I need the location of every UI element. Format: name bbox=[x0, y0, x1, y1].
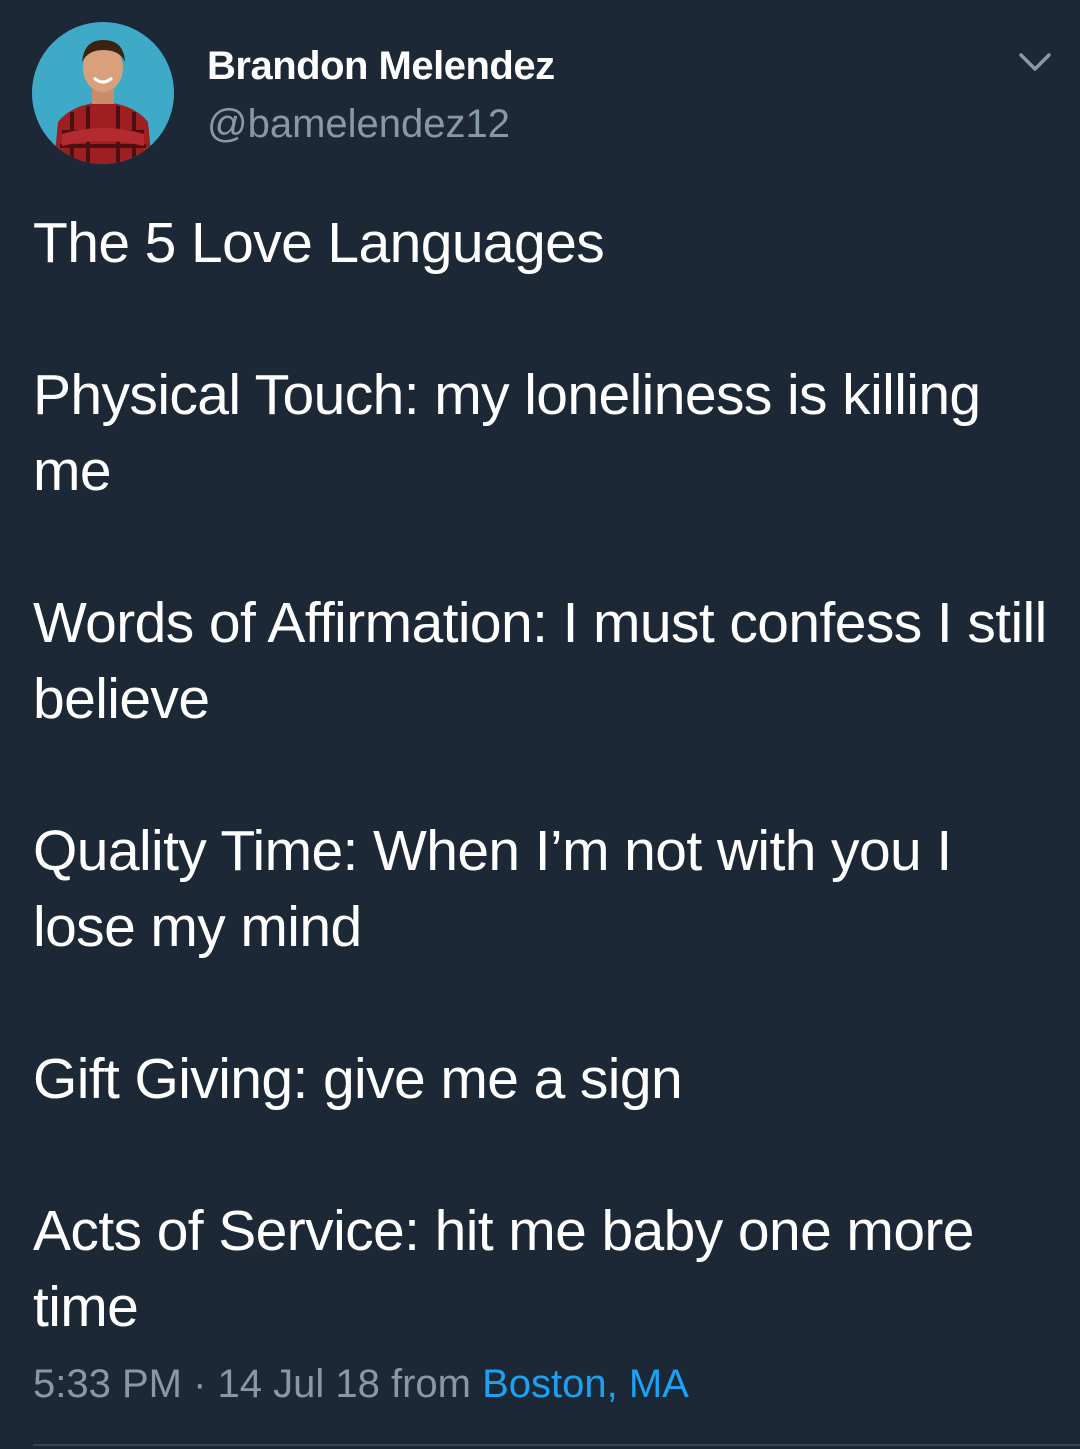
tweet-text: The 5 Love Languages Physical Touch: my … bbox=[33, 205, 1048, 1345]
tweet: Brandon Melendez @bamelendez12 The 5 Lov… bbox=[0, 0, 1080, 1449]
author-handle[interactable]: @bamelendez12 bbox=[207, 102, 510, 147]
tweet-meta: 5:33 PM · 14 Jul 18 from Boston, MA bbox=[33, 1362, 689, 1407]
tweet-paragraph: Quality Time: When I’m not with you I lo… bbox=[33, 819, 952, 959]
avatar-image bbox=[32, 22, 174, 164]
tweet-paragraph: Acts of Service: hit me baby one more ti… bbox=[33, 1199, 975, 1339]
meta-separator: · bbox=[181, 1362, 218, 1406]
tweet-header: Brandon Melendez @bamelendez12 bbox=[32, 22, 1062, 167]
location-link[interactable]: Boston, MA bbox=[482, 1362, 689, 1406]
divider bbox=[33, 1444, 1080, 1446]
tweet-paragraph: Gift Giving: give me a sign bbox=[33, 1047, 683, 1111]
chevron-down-icon[interactable] bbox=[1017, 50, 1053, 74]
author-name[interactable]: Brandon Melendez bbox=[207, 44, 555, 89]
from-label: from bbox=[379, 1362, 483, 1406]
tweet-date[interactable]: 14 Jul 18 bbox=[218, 1362, 380, 1406]
tweet-time[interactable]: 5:33 PM bbox=[33, 1362, 182, 1406]
tweet-paragraph: Physical Touch: my loneliness is killing… bbox=[33, 363, 981, 503]
avatar[interactable] bbox=[32, 22, 174, 164]
tweet-paragraph: Words of Affirmation: I must confess I s… bbox=[33, 591, 1047, 731]
tweet-paragraph: The 5 Love Languages bbox=[33, 211, 605, 275]
